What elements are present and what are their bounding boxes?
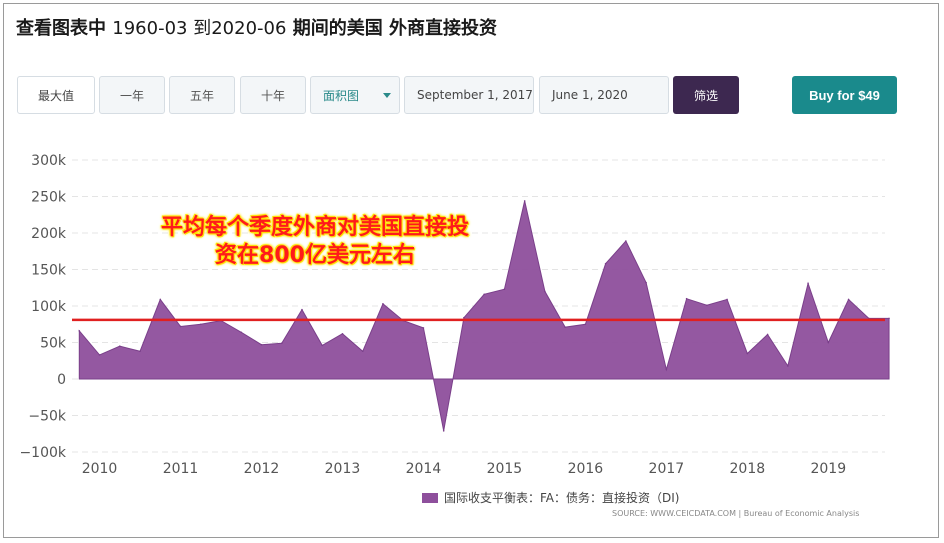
data-point <box>321 344 324 347</box>
data-point <box>625 240 627 242</box>
y-tick-label: −100k <box>19 445 66 461</box>
data-point <box>847 298 850 301</box>
x-tick-label: 2014 <box>406 461 442 477</box>
data-point <box>260 343 263 346</box>
data-point <box>523 200 526 202</box>
x-tick-label: 2017 <box>649 461 685 477</box>
x-tick-label: 2016 <box>568 461 604 477</box>
data-point <box>584 323 587 326</box>
data-point <box>341 332 344 335</box>
data-point <box>98 354 101 356</box>
data-point <box>78 330 81 332</box>
x-tick-label: 2010 <box>82 461 118 477</box>
annotation-line-1: 平均每个季度外商对美国直接投 <box>160 215 469 240</box>
y-tick-label: 250k <box>31 190 67 206</box>
data-point <box>483 293 485 296</box>
data-point <box>827 341 830 344</box>
x-tick-label: 2013 <box>325 461 361 477</box>
data-point <box>807 282 809 285</box>
data-point <box>787 365 789 367</box>
data-point <box>706 304 708 307</box>
data-point <box>139 350 141 353</box>
y-axis-ticks: −100k −50k 0 50k 100k 150k 200k 250k 300k <box>19 153 66 461</box>
y-tick-label: 150k <box>31 263 67 279</box>
data-point <box>665 368 668 371</box>
source-note: SOURCE: WWW.CEICDATA.COM | Bureau of Eco… <box>612 509 860 518</box>
data-point <box>564 326 566 328</box>
x-tick-label: 2019 <box>810 461 846 477</box>
y-tick-label: 200k <box>31 226 67 242</box>
data-point <box>199 323 202 326</box>
y-tick-label: 0 <box>57 372 66 388</box>
x-axis-ticks: 2010 2011 2012 2013 2014 2015 2016 2017 2018 2019 <box>82 461 846 477</box>
data-point <box>159 298 162 301</box>
y-tick-label: 100k <box>31 299 67 315</box>
data-point <box>604 262 607 265</box>
x-tick-label: 2015 <box>487 461 523 477</box>
data-point <box>463 316 465 319</box>
legend-swatch <box>422 492 438 503</box>
data-point <box>442 430 445 432</box>
y-tick-label: 50k <box>40 336 67 352</box>
y-tick-label: −50k <box>28 409 67 425</box>
chart-legend[interactable]: 国际收支平衡表：FA：债务：直接投资（DI) <box>422 489 679 506</box>
data-point <box>746 352 749 355</box>
data-point <box>179 325 182 328</box>
legend-label: 国际收支平衡表：FA：债务：直接投资（DI) <box>444 491 680 505</box>
data-point <box>888 317 890 320</box>
data-point <box>118 345 121 347</box>
data-point <box>544 290 546 293</box>
chart-annotation: 平均每个季度外商对美国直接投 资在800亿美元左右 <box>150 214 480 270</box>
x-tick-label: 2018 <box>730 461 766 477</box>
data-point <box>766 333 769 336</box>
annotation-line-2: 资在800亿美元左右 <box>215 243 415 268</box>
x-tick-label: 2011 <box>163 461 199 477</box>
data-point <box>301 308 303 311</box>
data-point <box>645 281 647 284</box>
data-point <box>422 327 425 329</box>
data-point <box>361 350 364 353</box>
x-tick-label: 2012 <box>244 461 280 477</box>
data-point <box>280 342 283 345</box>
area-chart: −100k−50k050k100k150k200k250k300k 2010 20… <box>19 153 890 477</box>
data-point <box>240 331 243 334</box>
data-point <box>382 303 384 305</box>
data-point <box>685 297 688 300</box>
data-point <box>503 288 506 291</box>
data-point <box>726 298 728 301</box>
y-tick-label: 300k <box>31 153 67 169</box>
